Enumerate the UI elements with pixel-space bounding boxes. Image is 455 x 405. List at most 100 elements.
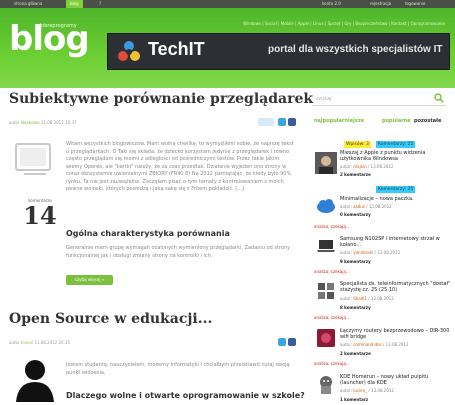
item-date: 13.08.2012 xyxy=(371,388,394,393)
comments-badge: Komentarzy: 25 xyxy=(376,186,416,193)
item-date: 13.08.2012 xyxy=(370,296,394,301)
facebook-icon[interactable] xyxy=(288,118,296,126)
site-header: blog dobreprogramy Windows | Social | Mo… xyxy=(0,8,455,88)
list-item[interactable]: Wpisów: 3 Komentarzy: 25 Mieszaj z Apple… xyxy=(312,141,452,181)
techit-banner[interactable]: TechIT portal dla wszystkich specjalistó… xyxy=(107,33,450,70)
read-more-button[interactable]: czytaj więcej » xyxy=(66,275,113,285)
item-date: 13.08.2012 xyxy=(377,250,401,255)
nav-link-register[interactable]: rejestracja xyxy=(370,0,391,8)
search-input[interactable]: szukaj xyxy=(316,96,332,102)
sidebar-item-title[interactable]: Łączymy routery bezprzewodowo – DIR-300 … xyxy=(340,328,452,340)
nav-link-login[interactable]: logowanie xyxy=(405,0,425,8)
list-item[interactable]: Specjalista ds. teleinformatycznych "dos… xyxy=(312,277,452,315)
article-subheading: Dlaczego wolne i otwarte oprogramowanie … xyxy=(66,391,305,400)
author-label: autor: xyxy=(340,164,352,169)
banner-tagline: portal dla wszystkich specjalistów IT xyxy=(268,44,443,55)
sidebar-item-author: autor: yannbrahi / 13.08.2012 xyxy=(340,250,401,255)
article-subtext: Generalnie mam grupę wymagań ocalonych w… xyxy=(66,245,291,259)
tab-popularne[interactable]: popularne xyxy=(382,118,411,124)
item-date: 13.08.2012 xyxy=(370,164,394,169)
meta-author[interactable]: Nazwisko xyxy=(21,120,40,125)
meta-author-label: autor xyxy=(9,120,20,125)
article-thumbnail-icon xyxy=(15,143,51,175)
sidebar-item-title[interactable]: Minimalizacje – nowa paczka. xyxy=(340,196,452,202)
tab-najpopularniejsze[interactable]: najpopularniejsze xyxy=(314,118,364,124)
author-label: autor: xyxy=(340,250,352,255)
author-link[interactable]: zaduś xyxy=(353,204,365,209)
article-title[interactable]: Subiektywne porównanie przeglądarek xyxy=(9,91,313,107)
kanji-thumbnail-icon xyxy=(315,280,337,302)
sidebar-item-author: autor: command-dos / 13.08.2012 xyxy=(340,342,409,347)
author-label: autor: xyxy=(340,388,352,393)
article-title[interactable]: Open Source w edukacji... xyxy=(9,311,212,327)
sidebar-item-title[interactable]: KDE Homerun – nowy układ pulpitu (launch… xyxy=(340,374,452,386)
top-bar: strona główna blog ? konto 2.0 rejestrac… xyxy=(0,0,455,8)
category-label[interactable]: analiza, czekają... xyxy=(314,269,350,274)
meta-author-label: autor xyxy=(9,340,20,345)
list-item[interactable]: Łączymy routery bezprzewodowo – DIR-300 … xyxy=(312,324,452,360)
tab-pozostale[interactable]: pozostałe xyxy=(414,118,441,124)
sidebar-item-comments[interactable]: 8 komentarzy xyxy=(340,305,371,310)
sidebar-item-comments[interactable]: 2 komentarze xyxy=(340,351,371,356)
author-label: autor: xyxy=(340,204,352,209)
sidebar-item-author: autor: lucien_ / 13.08.2012 xyxy=(340,388,394,393)
category-label[interactable]: analiza, czekają... xyxy=(314,224,350,229)
avatar xyxy=(16,360,54,402)
sidebar-item-author: autor: zaduś / 13.08.2012 xyxy=(340,204,392,209)
meta-date: 11.08.2012 20:15 xyxy=(34,340,71,345)
sidebar-item-title[interactable]: Specjalista ds. teleinformatycznych "dos… xyxy=(340,281,452,293)
meta-date: 11.08.2012 20:37 xyxy=(40,120,77,125)
posts-badge: Wpisów: 3 xyxy=(344,141,371,148)
list-item[interactable]: Samsung N102SP i internetowy strzał w ko… xyxy=(312,232,452,268)
article-subheading: Ogólna charakterystyka porównania xyxy=(66,229,230,238)
sidebar-item-comments[interactable]: 2 komentarze xyxy=(340,172,371,177)
avatar xyxy=(315,152,337,174)
author-link[interactable]: command-dos xyxy=(353,342,381,347)
sidebar-item-title[interactable]: Mieszaj z Apple z punktu widzenia użytko… xyxy=(340,150,452,162)
laptop-icon xyxy=(315,234,337,256)
sidebar-item-comments[interactable]: 9 komentarzy xyxy=(340,259,371,264)
comments-badge: Komentarzy: 25 xyxy=(376,141,416,148)
search-icon[interactable] xyxy=(434,93,444,103)
sidebar-item-author: autor: Shadi1 / 13.08.2012 xyxy=(340,296,394,301)
twitter-icon[interactable] xyxy=(278,338,286,346)
banner-brand: TechIT xyxy=(148,39,205,59)
article-intro: Jestem studentą, nauczycielem, możemy in… xyxy=(66,362,290,376)
router-icon xyxy=(315,327,337,349)
cloud-icon xyxy=(315,195,337,217)
twitter-icon[interactable] xyxy=(278,118,286,126)
item-date: 13.08.2012 xyxy=(385,342,409,347)
meta-author[interactable]: Icaruś xyxy=(21,340,33,345)
search-box[interactable]: szukaj xyxy=(312,92,446,106)
author-link[interactable]: Shadi1 xyxy=(353,296,367,301)
category-label[interactable]: analiza, czekają... xyxy=(314,361,350,366)
header-category-nav[interactable]: Windows | Social | Mobile | Apple | Linu… xyxy=(243,21,445,26)
sidebar-item-author: autor: majkin / 13.08.2012 xyxy=(340,164,394,169)
category-label[interactable]: analiza, czekają... xyxy=(314,315,350,320)
kde-dragon-icon xyxy=(315,373,337,395)
nav-link-home[interactable]: strona główna xyxy=(14,0,42,8)
author-link[interactable]: majkin xyxy=(353,164,366,169)
author-link[interactable]: lucien_ xyxy=(353,388,367,393)
author-link[interactable]: yannbrahi xyxy=(353,250,373,255)
author-label: autor: xyxy=(340,342,352,347)
nav-link-more[interactable]: ? xyxy=(99,0,101,8)
nav-link-blog[interactable]: blog xyxy=(66,0,83,8)
author-label: autor: xyxy=(340,296,352,301)
sidebar-item-comments[interactable]: 1 komentarz xyxy=(340,397,368,402)
share-bar-icon[interactable] xyxy=(258,118,274,126)
sidebar-item-title[interactable]: Samsung N102SP i internetowy strzał w ko… xyxy=(340,236,452,248)
article-meta: autor Nazwisko 11.08.2012 20:37 xyxy=(9,120,77,125)
item-date: 13.08.2012 xyxy=(368,204,392,209)
nav-link-account[interactable]: konto 2.0 xyxy=(322,0,341,8)
techit-logo-icon xyxy=(118,41,140,61)
sidebar-item-comments[interactable]: 0 komentarzy xyxy=(340,212,371,217)
list-item[interactable]: KDE Homerun – nowy układ pulpitu (launch… xyxy=(312,370,452,404)
facebook-icon[interactable] xyxy=(288,338,296,346)
comment-counter[interactable]: komentarze 14 xyxy=(20,198,60,229)
logo-subtitle: dobreprogramy xyxy=(38,23,77,29)
article-meta: autor Icaruś 11.08.2012 20:15 xyxy=(9,340,70,345)
article-intro: Witam wszystkich blogowiczów. Mam wolną … xyxy=(66,141,294,192)
comment-count: 14 xyxy=(23,201,57,230)
list-item[interactable]: Komentarzy: 25 Minimalizacje – nowa pacz… xyxy=(312,186,452,222)
